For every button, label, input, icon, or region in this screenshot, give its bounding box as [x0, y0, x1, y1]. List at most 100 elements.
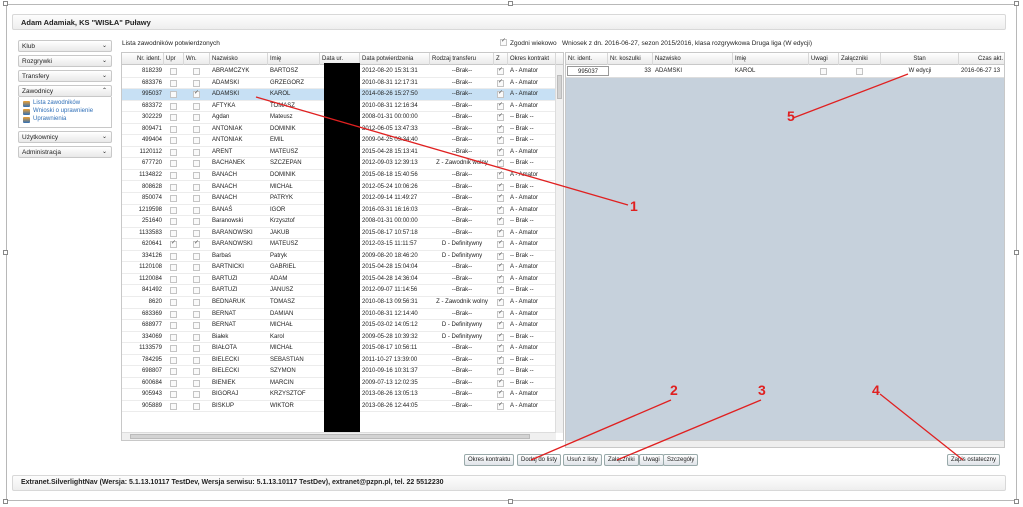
wn-checkbox[interactable]: [193, 287, 200, 295]
wn-checkbox[interactable]: [193, 299, 200, 306]
remove-from-list-button[interactable]: Usuń z listy: [563, 454, 602, 466]
upr-checkbox[interactable]: [170, 79, 177, 87]
resize-handle[interactable]: [3, 250, 8, 255]
contract-period-button[interactable]: Okres kontraktu: [464, 454, 515, 466]
final-save-button[interactable]: Zapis ostateczny: [947, 454, 1001, 466]
sidebar-item-uprawnienia[interactable]: Uprawnienia: [23, 116, 107, 124]
players-vertical-scrollbar[interactable]: [555, 65, 563, 433]
column-header[interactable]: Upr: [164, 53, 184, 65]
wn-checkbox[interactable]: [193, 79, 200, 87]
z-checkbox[interactable]: [497, 182, 504, 191]
column-header[interactable]: Nazwisko: [653, 53, 733, 65]
add-to-list-button[interactable]: Dodaj do listy: [517, 454, 562, 466]
wn-checkbox[interactable]: [193, 345, 200, 353]
resize-handle[interactable]: [1014, 1, 1019, 6]
upr-checkbox[interactable]: [170, 264, 177, 272]
resize-handle[interactable]: [3, 1, 8, 6]
wn-checkbox[interactable]: [193, 275, 200, 283]
wn-checkbox[interactable]: [193, 368, 200, 376]
sidebar-item-lista-zawodnikow[interactable]: Lista zawodników: [23, 100, 107, 108]
wn-checkbox[interactable]: [193, 171, 200, 179]
upr-checkbox[interactable]: [170, 125, 177, 133]
z-checkbox[interactable]: [497, 320, 504, 330]
sidebar-section-rozgrywki[interactable]: Rozgrywki ⌄: [18, 55, 112, 67]
scroll-thumb[interactable]: [130, 434, 530, 439]
column-header[interactable]: Stan: [881, 53, 959, 65]
upr-checkbox[interactable]: [170, 160, 177, 168]
zalaczniki-checkbox[interactable]: [856, 68, 863, 75]
wn-checkbox[interactable]: [193, 206, 200, 214]
column-header[interactable]: Z: [494, 53, 508, 65]
wn-checkbox[interactable]: [193, 137, 200, 145]
z-checkbox[interactable]: [497, 135, 504, 145]
wn-checkbox[interactable]: [193, 333, 200, 341]
upr-checkbox[interactable]: [170, 345, 177, 353]
z-checkbox[interactable]: [497, 389, 504, 399]
players-horizontal-scrollbar[interactable]: [122, 432, 556, 440]
z-checkbox[interactable]: [497, 228, 504, 237]
upr-checkbox[interactable]: [170, 322, 177, 330]
sidebar-section-zawodnicy[interactable]: Zawodnicy ⌃: [18, 85, 112, 97]
upr-checkbox[interactable]: [170, 379, 177, 387]
request-row[interactable]: 995037 33 ADAMSKI KAROL W edycji 2016-06…: [566, 65, 1004, 78]
upr-checkbox[interactable]: [170, 218, 177, 226]
column-header[interactable]: Nazwisko: [210, 53, 268, 65]
wn-checkbox[interactable]: [193, 239, 200, 249]
column-header[interactable]: Wn.: [184, 53, 210, 65]
sidebar-section-klub[interactable]: Klub ⌄: [18, 40, 112, 52]
wn-checkbox[interactable]: [193, 89, 200, 99]
scroll-thumb[interactable]: [557, 75, 562, 99]
wn-checkbox[interactable]: [193, 310, 200, 318]
z-checkbox[interactable]: [497, 274, 504, 283]
wn-checkbox[interactable]: [193, 322, 200, 330]
z-checkbox[interactable]: [497, 355, 504, 364]
z-checkbox[interactable]: [497, 66, 504, 75]
upr-checkbox[interactable]: [170, 102, 177, 110]
attachments-button[interactable]: Załączniki: [604, 454, 639, 466]
z-checkbox[interactable]: [497, 89, 504, 99]
z-checkbox[interactable]: [497, 101, 504, 110]
wn-checkbox[interactable]: [193, 379, 200, 387]
column-header[interactable]: Imię: [733, 53, 809, 65]
wn-checkbox[interactable]: [193, 114, 200, 122]
z-checkbox[interactable]: [497, 251, 504, 260]
wn-checkbox[interactable]: [193, 148, 200, 156]
notes-button[interactable]: Uwagi: [639, 454, 664, 466]
resize-handle[interactable]: [1014, 250, 1019, 255]
z-checkbox[interactable]: [497, 78, 504, 87]
upr-checkbox[interactable]: [170, 275, 177, 283]
column-header[interactable]: Czas akt.: [959, 53, 1004, 65]
sidebar-section-administracja[interactable]: Administracja ⌄: [18, 146, 112, 158]
wn-checkbox[interactable]: [193, 264, 200, 272]
z-checkbox[interactable]: [497, 239, 504, 249]
upr-checkbox[interactable]: [170, 91, 177, 99]
z-checkbox[interactable]: [497, 205, 504, 214]
z-checkbox[interactable]: [497, 343, 504, 353]
upr-checkbox[interactable]: [170, 391, 177, 399]
upr-checkbox[interactable]: [170, 368, 177, 376]
details-button[interactable]: Szczegóły: [663, 454, 699, 466]
upr-checkbox[interactable]: [170, 252, 177, 260]
sidebar-section-uzytkownicy[interactable]: Użytkownicy ⌄: [18, 131, 112, 143]
z-checkbox[interactable]: [497, 262, 504, 272]
resize-handle[interactable]: [3, 499, 8, 504]
wn-checkbox[interactable]: [193, 252, 200, 260]
upr-checkbox[interactable]: [170, 402, 177, 410]
wn-checkbox[interactable]: [193, 183, 200, 191]
upr-checkbox[interactable]: [170, 356, 177, 364]
column-header[interactable]: Nr. ident.: [122, 53, 164, 65]
column-header[interactable]: Okres kontrakt: [508, 53, 556, 65]
column-header[interactable]: Rodzaj transferu: [430, 53, 494, 65]
sidebar-item-wnioski[interactable]: Wnioski o uprawnienie: [23, 108, 107, 116]
column-header[interactable]: Nr. koszulki: [608, 53, 653, 65]
z-checkbox[interactable]: [497, 112, 504, 122]
upr-checkbox[interactable]: [170, 195, 177, 203]
resize-handle[interactable]: [508, 499, 513, 504]
upr-checkbox[interactable]: [170, 229, 177, 237]
z-checkbox[interactable]: [497, 366, 504, 376]
z-checkbox[interactable]: [497, 124, 504, 133]
upr-checkbox[interactable]: [170, 137, 177, 145]
resize-handle[interactable]: [508, 1, 513, 6]
uwagi-checkbox[interactable]: [820, 68, 827, 75]
wn-checkbox[interactable]: [193, 391, 200, 399]
